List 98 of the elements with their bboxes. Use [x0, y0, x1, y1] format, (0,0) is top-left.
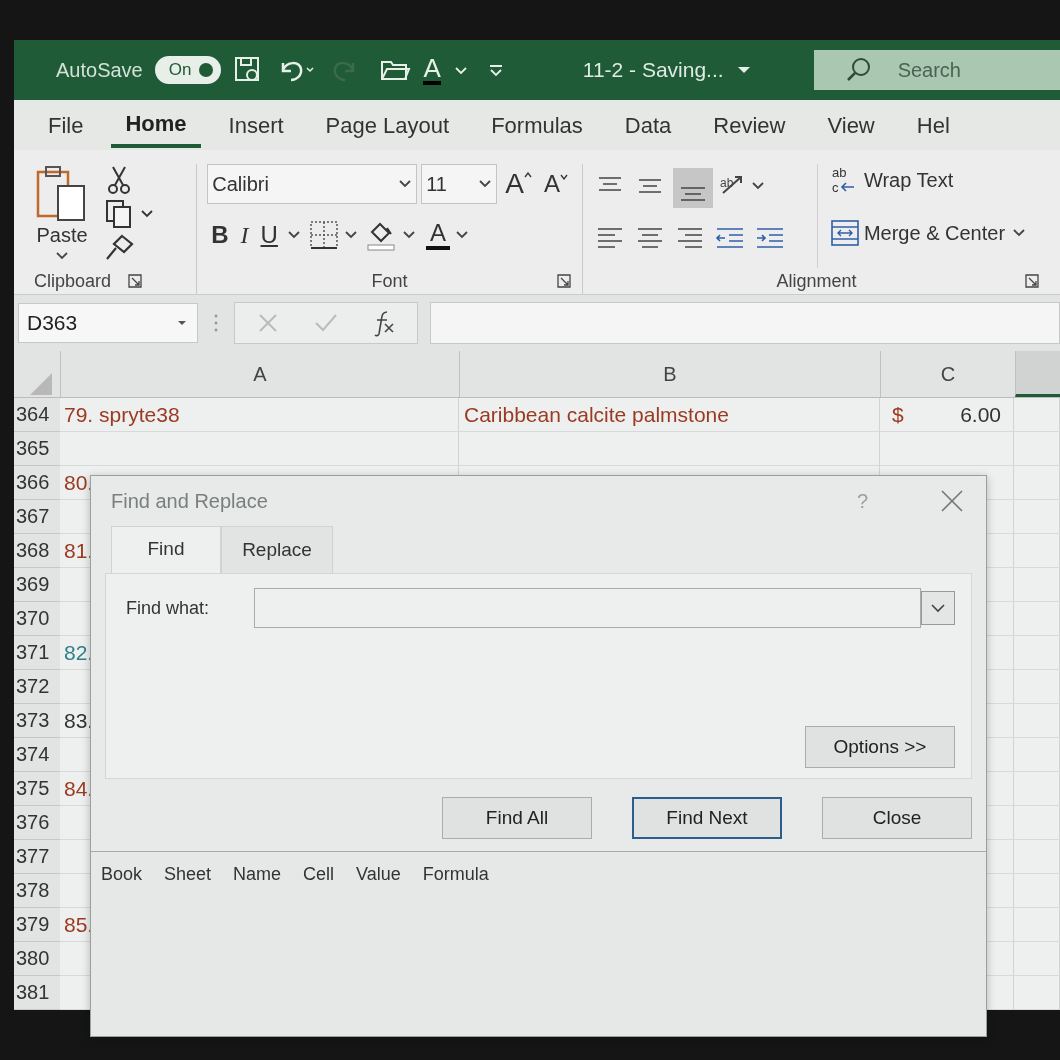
- bottom-align-icon[interactable]: [672, 168, 713, 208]
- group-label: Clipboard: [34, 270, 112, 292]
- row-header[interactable]: 368: [14, 534, 60, 568]
- copy-icon[interactable]: [104, 198, 156, 230]
- table-cell: [1014, 840, 1060, 874]
- wrap-text-button[interactable]: Wrap Text: [863, 168, 954, 192]
- name-box[interactable]: D363: [18, 303, 198, 343]
- table-cell: [1014, 568, 1060, 602]
- search-field[interactable]: Search: [895, 57, 1020, 83]
- currency-symbol: $: [892, 402, 904, 427]
- merge-center-button[interactable]: Merge & Center: [863, 221, 1006, 245]
- table-cell: [1014, 976, 1060, 1010]
- ribbon-tab[interactable]: Review: [699, 110, 800, 148]
- table-cell: [1014, 704, 1060, 738]
- table-cell: [1014, 466, 1060, 500]
- table-cell: [1014, 942, 1060, 976]
- table-cell: [1014, 908, 1060, 942]
- paste-button[interactable]: Paste: [36, 224, 88, 247]
- font-color-button[interactable]: A: [425, 220, 450, 250]
- row-header[interactable]: 366: [14, 466, 60, 500]
- font-color-button[interactable]: A: [423, 55, 441, 85]
- ribbon-tab[interactable]: View: [813, 110, 889, 148]
- font-name-field[interactable]: Calibri: [207, 164, 418, 204]
- group-label: Alignment: [776, 270, 857, 292]
- column-header[interactable]: [1015, 351, 1060, 397]
- row-header[interactable]: 365: [14, 432, 60, 466]
- results-column-header[interactable]: Formula: [422, 864, 489, 885]
- dialog-launcher-icon[interactable]: [555, 273, 572, 289]
- results-column-header[interactable]: Name: [233, 864, 282, 885]
- dialog-button[interactable]: Find All: [442, 797, 592, 839]
- dialog-tab[interactable]: Find: [111, 526, 221, 573]
- table-cell: [1014, 670, 1060, 704]
- bold-button[interactable]: B: [207, 221, 233, 249]
- column-header[interactable]: B: [459, 351, 880, 397]
- underline-button[interactable]: U: [256, 221, 282, 249]
- borders-icon[interactable]: [307, 219, 360, 251]
- dialog-launcher-icon[interactable]: [127, 273, 144, 289]
- results-column-header[interactable]: Sheet: [164, 864, 212, 885]
- dialog-launcher-icon[interactable]: [1024, 273, 1040, 289]
- row-header[interactable]: 369: [14, 568, 60, 602]
- document-title[interactable]: 11-2 - Saving...: [582, 58, 724, 82]
- dropdown-icon[interactable]: [478, 178, 493, 190]
- autosave-toggle[interactable]: On: [154, 56, 222, 84]
- row-header[interactable]: 381: [14, 976, 60, 1010]
- row-header[interactable]: 364: [14, 398, 60, 432]
- group-label: Font: [371, 270, 408, 292]
- ribbon-tab[interactable]: File: [34, 110, 98, 148]
- ribbon-tab[interactable]: Insert: [214, 110, 298, 148]
- find-what-label: Find what:: [126, 597, 211, 619]
- row-header[interactable]: 374: [14, 738, 60, 772]
- results-column-header[interactable]: Cell: [303, 864, 335, 885]
- results-column-header[interactable]: Book: [101, 864, 143, 885]
- results-column-header[interactable]: Value: [356, 864, 401, 885]
- ribbon-tab[interactable]: Page Layout: [311, 110, 464, 148]
- row-header[interactable]: 375: [14, 772, 60, 806]
- dialog-button[interactable]: Close: [822, 797, 972, 839]
- row-header[interactable]: 377: [14, 840, 60, 874]
- table-cell: [1014, 602, 1060, 636]
- caret-icon: [523, 172, 532, 178]
- italic-button[interactable]: I: [236, 221, 253, 249]
- dialog-button[interactable]: Find Next: [632, 797, 782, 839]
- table-cell: 79. spryte38: [60, 398, 459, 432]
- formula-input[interactable]: [430, 302, 1060, 344]
- row-header[interactable]: 378: [14, 874, 60, 908]
- table-cell: [1014, 874, 1060, 908]
- row-header[interactable]: 380: [14, 942, 60, 976]
- table-cell: [1014, 738, 1060, 772]
- autosave-label: AutoSave: [56, 58, 143, 82]
- row-header[interactable]: 371: [14, 636, 60, 670]
- options-button[interactable]: Options >>: [805, 726, 955, 768]
- search-box[interactable]: Search: [813, 50, 1060, 90]
- table-cell: [1014, 772, 1060, 806]
- dropdown-icon[interactable]: [398, 178, 413, 190]
- font-size-field[interactable]: 11: [421, 164, 498, 204]
- table-cell: [1014, 636, 1060, 670]
- row-header[interactable]: 370: [14, 602, 60, 636]
- ribbon-tab[interactable]: Data: [610, 110, 686, 148]
- row-header[interactable]: 376: [14, 806, 60, 840]
- ribbon-tab[interactable]: Formulas: [477, 110, 597, 148]
- find-what-field[interactable]: [254, 588, 921, 628]
- table-cell: [1014, 534, 1060, 568]
- merge-center-icon[interactable]: [829, 218, 860, 248]
- ribbon-tab[interactable]: Hel: [902, 110, 964, 148]
- table-cell: [1014, 806, 1060, 840]
- row-header[interactable]: 373: [14, 704, 60, 738]
- table-cell: [1014, 500, 1060, 534]
- row-header[interactable]: 379: [14, 908, 60, 942]
- cell-value: 6.00: [960, 402, 1001, 427]
- decrease-font-button[interactable]: A: [539, 170, 572, 198]
- row-header[interactable]: 367: [14, 500, 60, 534]
- increase-font-button[interactable]: A: [501, 168, 536, 200]
- table-cell: [1014, 432, 1060, 466]
- format-painter-icon[interactable]: [104, 232, 136, 262]
- table-cell: Caribbean calcite palmstone: [459, 398, 880, 432]
- column-header[interactable]: A: [60, 351, 459, 397]
- caret-icon: [559, 174, 568, 180]
- row-header[interactable]: 372: [14, 670, 60, 704]
- dialog-tab[interactable]: Replace: [221, 526, 333, 573]
